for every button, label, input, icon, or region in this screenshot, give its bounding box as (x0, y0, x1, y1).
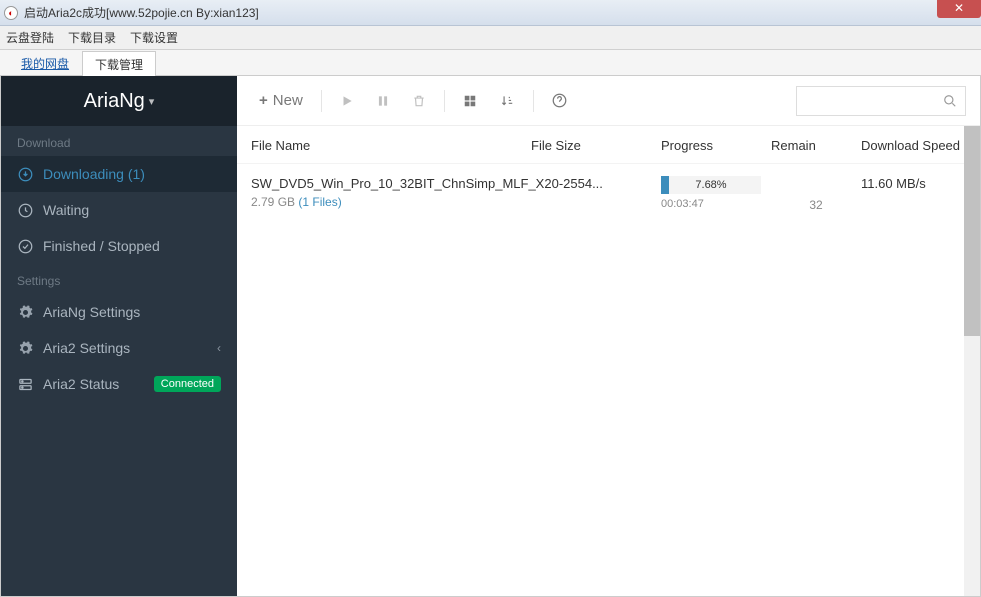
remain-text: 32 (771, 176, 861, 212)
table-header: File Name File Size Progress Remain Down… (237, 126, 980, 164)
window-close-button[interactable]: ✕ (937, 0, 981, 18)
caret-down-icon: ▾ (149, 95, 155, 108)
progress-text: 7.68% (661, 176, 761, 194)
clock-icon (17, 203, 33, 218)
separator (321, 90, 322, 112)
file-name: SW_DVD5_Win_Pro_10_32BIT_ChnSimp_MLF_X20… (251, 176, 651, 191)
menu-download-settings[interactable]: 下载设置 (130, 29, 178, 46)
app-icon: ◐ (4, 6, 18, 20)
table-row[interactable]: SW_DVD5_Win_Pro_10_32BIT_ChnSimp_MLF_X20… (237, 164, 980, 224)
sidebar-section-settings: Settings (1, 264, 237, 294)
sidebar-section-download: Download (1, 126, 237, 156)
play-button[interactable] (332, 88, 362, 114)
download-icon (17, 167, 33, 182)
window-title: 启动Aria2c成功[www.52pojie.cn By:xian123] (24, 4, 259, 21)
view-grid-button[interactable] (455, 88, 485, 114)
search-icon (943, 94, 957, 108)
sidebar-item-finished[interactable]: Finished / Stopped (1, 228, 237, 264)
status-badge: Connected (154, 376, 221, 392)
brand: AriaNg ▾ (1, 76, 237, 126)
menubar: 云盘登陆 下载目录 下载设置 (0, 26, 981, 50)
file-subinfo: 2.79 GB (1 Files) (251, 195, 661, 209)
col-remain[interactable]: Remain (771, 138, 861, 153)
gear-icon (17, 341, 33, 356)
menu-download-dir[interactable]: 下载目录 (68, 29, 116, 46)
close-icon: ✕ (954, 1, 964, 15)
sidebar-item-ariang-settings[interactable]: AriaNg Settings (1, 294, 237, 330)
tab-my-disk[interactable]: 我的网盘 (8, 50, 82, 75)
col-speed[interactable]: Download Speed (861, 138, 966, 153)
separator (444, 90, 445, 112)
content: + New File Name File Size Progress Remai… (237, 76, 980, 596)
sidebar-item-label: AriaNg Settings (43, 304, 140, 320)
file-count-link[interactable]: (1 Files) (298, 195, 341, 209)
sidebar-item-waiting[interactable]: Waiting (1, 192, 237, 228)
menu-cloud-login[interactable]: 云盘登陆 (6, 29, 54, 46)
sort-button[interactable] (491, 88, 523, 114)
plus-icon: + (259, 92, 268, 109)
toolbar: + New (237, 76, 980, 126)
scrollbar[interactable] (964, 126, 980, 596)
separator (533, 90, 534, 112)
speed-text: 11.60 MB/s (861, 176, 966, 191)
window-titlebar: ◐ 启动Aria2c成功[www.52pojie.cn By:xian123] … (0, 0, 981, 26)
col-progress[interactable]: Progress (661, 138, 771, 153)
col-filesize[interactable]: File Size (531, 138, 661, 153)
sidebar-item-label: Waiting (43, 202, 89, 218)
chevron-left-icon: ‹ (217, 341, 221, 355)
help-button[interactable] (544, 87, 575, 114)
scrollbar-thumb[interactable] (964, 126, 980, 336)
new-task-button[interactable]: + New (251, 86, 311, 115)
new-label: New (273, 92, 303, 109)
pause-button[interactable] (368, 88, 398, 114)
sidebar-item-label: Aria2 Status (43, 376, 119, 392)
sidebar-item-label: Aria2 Settings (43, 340, 130, 356)
eta-text: 00:03:47 (661, 198, 771, 210)
col-filename[interactable]: File Name (251, 138, 531, 153)
delete-button[interactable] (404, 88, 434, 114)
progress-bar: 7.68% (661, 176, 761, 194)
tabbar: 我的网盘 下载管理 (0, 50, 981, 76)
tab-download-manager[interactable]: 下载管理 (82, 51, 156, 76)
sidebar-item-label: Finished / Stopped (43, 238, 160, 254)
sidebar: AriaNg ▾ Download Downloading (1) Waitin… (1, 76, 237, 596)
server-icon (17, 377, 33, 392)
sidebar-item-aria2-settings[interactable]: Aria2 Settings ‹ (1, 330, 237, 366)
brand-label: AriaNg (84, 90, 145, 113)
progress-cell: 7.68% 00:03:47 (661, 176, 771, 210)
sidebar-item-label: Downloading (1) (43, 166, 145, 182)
search-input[interactable] (796, 86, 966, 116)
check-icon (17, 239, 33, 254)
gear-icon (17, 305, 33, 320)
sidebar-item-downloading[interactable]: Downloading (1) (1, 156, 237, 192)
sidebar-item-aria2-status[interactable]: Aria2 Status Connected (1, 366, 237, 402)
app-shell: AriaNg ▾ Download Downloading (1) Waitin… (0, 76, 981, 597)
